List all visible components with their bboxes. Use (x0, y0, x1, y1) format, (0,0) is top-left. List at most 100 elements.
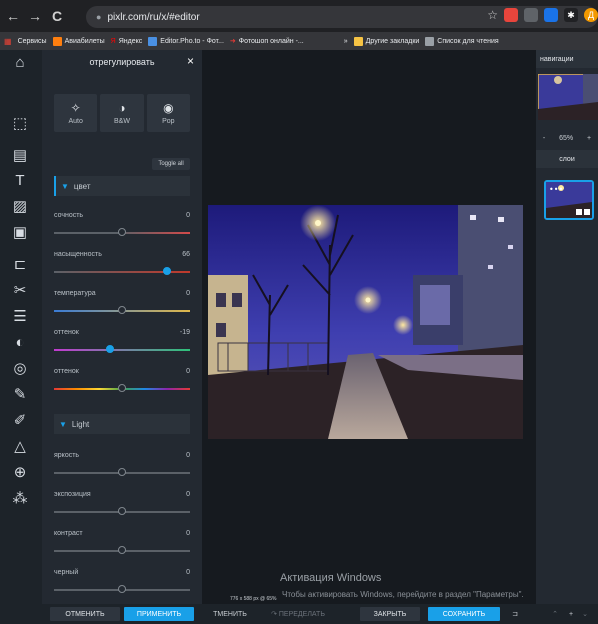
zoom-in-button[interactable]: + (587, 135, 591, 142)
bookmark-label: Editor.Pho.to - Фот... (160, 37, 224, 45)
layout-icon[interactable]: ▤ (7, 145, 33, 167)
forward-button[interactable]: → (26, 8, 44, 24)
star-icon[interactable]: ☆ (487, 8, 498, 22)
layer-thumbnail[interactable]: ••• (544, 180, 594, 220)
chevron-down-icon[interactable]: ⌄ (580, 607, 590, 621)
slider-handle[interactable] (118, 507, 126, 515)
crop-icon[interactable]: ⊏ (7, 254, 33, 276)
panel-title: отрегулировать (89, 57, 155, 67)
slider-row: контраст 0 (54, 530, 190, 560)
close-button[interactable]: ЗАКРЫТЬ (360, 607, 420, 621)
filter-icon[interactable]: ◐ (7, 332, 33, 354)
bookmark-photoshop[interactable]: ➜ Фотошоп онлайн -... (230, 37, 304, 46)
panel-toggle-icon[interactable]: ⊐ (508, 607, 522, 621)
right-panel: навигации - 65% + слои ••• (536, 50, 598, 624)
bookmark-avia[interactable]: Авиабилеты (52, 36, 105, 46)
slider-row: насыщенность 66 (54, 251, 190, 281)
bookmark-label: Авиабилеты (64, 37, 105, 45)
folder-icon (353, 36, 363, 46)
cutout-icon[interactable]: ✂ (7, 280, 33, 302)
slider-row: сочность 0 (54, 212, 190, 242)
slider-value: 0 (186, 491, 190, 498)
image-icon[interactable]: ▣ (7, 222, 33, 244)
liquify-icon[interactable]: ◎ (7, 358, 33, 380)
retouch-icon[interactable]: ✐ (7, 410, 33, 432)
redo-button[interactable]: ↷ ПЕРЕДЕЛАТЬ (258, 607, 338, 621)
text-icon[interactable]: T (7, 170, 33, 192)
slider-handle[interactable] (105, 345, 114, 353)
slider-label: температура (54, 290, 96, 297)
cancel-button[interactable]: ОТМЕНИТЬ (50, 607, 120, 621)
reload-button[interactable]: C (48, 8, 66, 24)
bw-button[interactable]: ◑ B&W (100, 94, 144, 132)
bookmark-reading-list[interactable]: Список для чтения (425, 36, 499, 46)
light-section-header[interactable]: ▼ Light (54, 414, 190, 434)
pattern-icon[interactable]: ▨ (7, 196, 33, 218)
apps-icon[interactable]: ▦ (4, 37, 12, 46)
slider-value: 66 (182, 251, 190, 258)
close-icon[interactable]: × (187, 54, 194, 68)
plus-icon[interactable]: + (566, 607, 576, 621)
arrange-icon[interactable]: ⬚ (7, 113, 33, 135)
section-title: цвет (73, 181, 91, 191)
elements-icon[interactable]: ⁂ (7, 488, 33, 510)
address-bar[interactable]: ● pixlr.com/ru/x/#editor ☆ ✱ Д (86, 6, 598, 28)
slider-handle[interactable] (162, 267, 171, 275)
slider-handle[interactable] (118, 228, 126, 236)
lock-icon: ● (96, 12, 102, 22)
profile-avatar[interactable]: Д (584, 8, 598, 22)
color-section-header[interactable]: ▼ цвет (54, 176, 190, 196)
slider-value: 0 (186, 452, 190, 459)
extension-icon[interactable] (544, 8, 558, 22)
slider-label: насыщенность (54, 251, 102, 258)
brush-icon[interactable]: ✎ (7, 384, 33, 406)
save-button[interactable]: СОХРАНИТЬ (428, 607, 500, 621)
slider-value: 0 (186, 290, 190, 297)
bookmark-services[interactable]: Сервисы (18, 38, 47, 45)
puzzle-icon[interactable]: ✱ (564, 8, 578, 22)
tool-sidebar: ⌂ ⬚ ▤ T ▨ ▣ ⊏ ✂ ☰ ◐ ◎ ✎ ✐ △ ⊕ ⁂ ⚙ (0, 50, 42, 624)
pop-button[interactable]: ◉ Pop (146, 94, 190, 132)
bookmark-editor[interactable]: Editor.Pho.to - Фот... (148, 36, 224, 46)
navigator-thumbnail[interactable] (538, 74, 598, 120)
slider-handle[interactable] (118, 585, 126, 593)
home-icon[interactable]: ⌂ (7, 52, 33, 74)
auto-label: Auto (68, 118, 83, 125)
slider-label: оттенок (54, 329, 79, 336)
apply-button[interactable]: ПРИМЕНИТЬ (124, 607, 194, 621)
chevron-down-icon: ▼ (59, 419, 67, 429)
auto-button[interactable]: ✧ Auto (54, 94, 98, 132)
undo-button[interactable]: ТМЕНИТЬ (204, 607, 256, 621)
globe-icon[interactable]: ⊕ (7, 462, 33, 484)
bookmark-overflow[interactable]: » (344, 38, 348, 45)
bookmark-label: Сервисы (17, 37, 47, 45)
extension-icon[interactable] (524, 8, 538, 22)
extension-icon[interactable] (504, 8, 518, 22)
toggle-all-button[interactable]: Toggle all (152, 158, 190, 170)
bookmark-icon (52, 36, 62, 46)
slider-handle[interactable] (118, 546, 126, 554)
slider-handle[interactable] (118, 306, 126, 314)
slider-handle[interactable] (118, 468, 126, 476)
canvas-area: 776 x 588 px @ 65% Активация Windows Что… (202, 50, 536, 604)
slider-row: экспозиция 0 (54, 491, 190, 521)
slider-track[interactable] (54, 349, 190, 351)
adjust-icon[interactable]: ☰ (7, 306, 33, 328)
slider-handle[interactable] (118, 384, 126, 392)
back-button[interactable]: ← (4, 8, 22, 24)
bookmark-yandex[interactable]: Я Яндекс (111, 38, 143, 45)
slider-value: -19 (179, 329, 190, 336)
bookmark-other[interactable]: Другие закладки (353, 36, 419, 46)
chevron-up-icon[interactable]: ⌃ (550, 607, 560, 621)
layers-title: слои (559, 155, 575, 163)
layer-menu-icon: ••• (549, 185, 563, 194)
windows-activation-title: Активация Windows (280, 572, 382, 584)
contrast-icon: ◑ (118, 101, 126, 115)
slider-value: 0 (186, 368, 190, 375)
layers-header: слои (536, 150, 598, 168)
editor-app: ⌂ ⬚ ▤ T ▨ ▣ ⊏ ✂ ☰ ◐ ◎ ✎ ✐ △ ⊕ ⁂ ⚙ отрегу… (0, 50, 598, 624)
edited-photo[interactable] (208, 205, 523, 439)
bottom-action-bar: ОТМЕНИТЬ ПРИМЕНИТЬ ТМЕНИТЬ ↷ ПЕРЕДЕЛАТЬ … (0, 604, 598, 624)
shape-icon[interactable]: △ (7, 436, 33, 458)
zoom-out-button[interactable]: - (543, 135, 545, 142)
